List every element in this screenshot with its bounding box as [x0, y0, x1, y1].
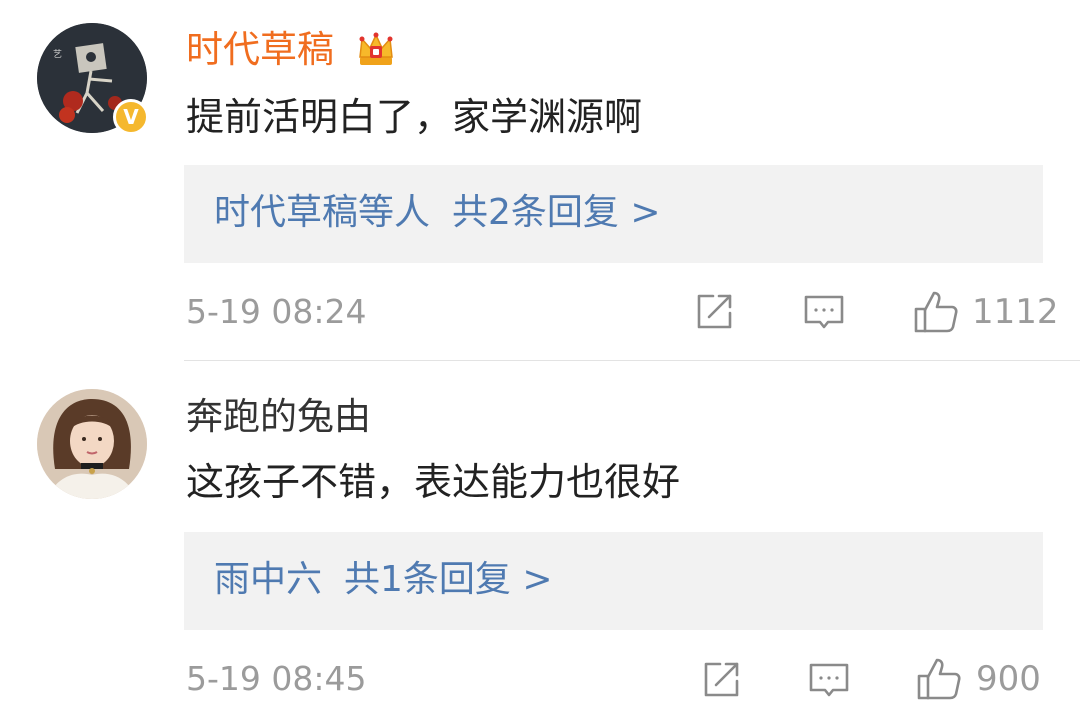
comment-item: 奔跑的兔由 这孩子不错，表达能力也很好 雨中六 共1条回复 > 5-19 08:4…	[0, 361, 1080, 700]
verified-v-badge: V	[113, 99, 149, 135]
crown-icon	[356, 29, 396, 69]
reply-count-link[interactable]: 共1条回复 >	[344, 559, 553, 600]
like-count: 1112	[972, 292, 1059, 332]
comment-item: 艺 V 时代草稿 提前活明白了，家学渊源啊 时代草稿等人 共2条回复 > 5-19…	[0, 0, 1080, 360]
comment-icon[interactable]	[803, 292, 845, 338]
reply-summary-box[interactable]: 时代草稿等人 共2条回复 >	[184, 165, 1043, 263]
comment-icon[interactable]	[808, 660, 850, 706]
comment-text: 提前活明白了，家学渊源啊	[186, 95, 643, 139]
comment-time: 5-19 08:45	[186, 659, 367, 698]
username[interactable]: 奔跑的兔由	[186, 393, 371, 441]
avatar[interactable]	[37, 389, 147, 499]
like-count: 900	[976, 659, 1041, 699]
reply-names[interactable]: 雨中六	[214, 559, 322, 600]
reply-count-link[interactable]: 共2条回复 >	[452, 192, 661, 233]
comment-time: 5-19 08:24	[186, 292, 367, 331]
repost-icon[interactable]	[693, 291, 735, 337]
comment-text: 这孩子不错，表达能力也很好	[186, 460, 681, 504]
reply-names[interactable]: 时代草稿等人	[214, 192, 430, 233]
svg-text:艺: 艺	[53, 49, 62, 60]
like-icon[interactable]	[913, 289, 959, 339]
repost-icon[interactable]	[700, 659, 742, 705]
username[interactable]: 时代草稿	[186, 26, 334, 74]
reply-summary-box[interactable]: 雨中六 共1条回复 >	[184, 532, 1043, 630]
